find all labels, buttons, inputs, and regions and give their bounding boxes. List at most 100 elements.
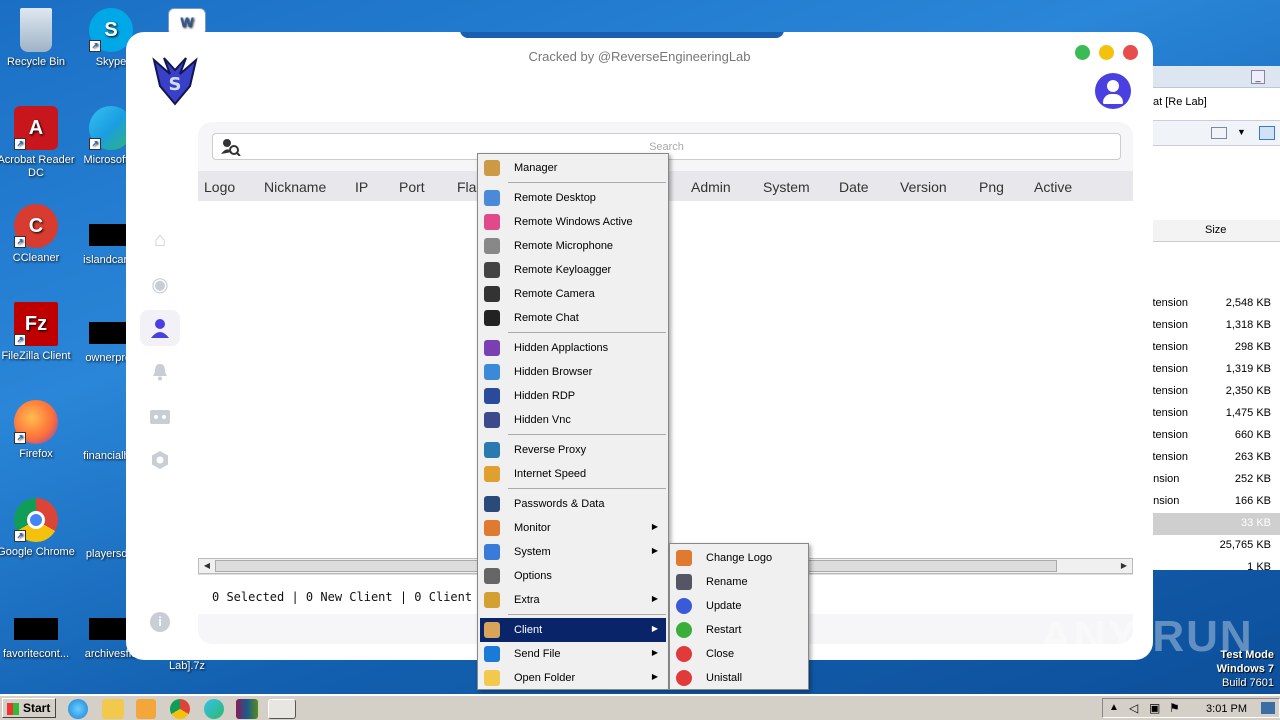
desktop-icon-favoritecont[interactable]: favoritecont... (0, 608, 75, 661)
explorer-column-header[interactable]: Size (1147, 220, 1280, 242)
menu-item-remote-microphone[interactable]: Remote Microphone (480, 234, 666, 258)
explorer-file-row[interactable]: xtension 2,350 KB (1147, 381, 1280, 403)
column-active[interactable]: Active (1034, 179, 1072, 195)
volume-icon[interactable]: ◁ (1129, 701, 1138, 715)
desktop-icon-label: Recycle Bin (6, 56, 66, 68)
explorer-file-row[interactable]: xtension 1,319 KB (1147, 359, 1280, 381)
explorer-file-row[interactable]: xtension 1,318 KB (1147, 315, 1280, 337)
menu-item-send-file[interactable]: Send File ▶ (480, 642, 666, 666)
submenu-arrow-icon: ▶ (651, 594, 658, 603)
desktop-icon-ccleaner[interactable]: C ↗ CCleaner (0, 204, 75, 265)
explorer-file-row[interactable]: ension 252 KB (1147, 469, 1280, 491)
explorer-file-row[interactable]: xtension 298 KB (1147, 337, 1280, 359)
menu-item-system[interactable]: System ▶ (480, 540, 666, 564)
rat-app-taskbar-icon[interactable] (268, 699, 296, 719)
menu-item-hidden-rdp[interactable]: Hidden RDP (480, 384, 666, 408)
explorer-file-row[interactable]: xtension 263 KB (1147, 447, 1280, 469)
column-png[interactable]: Png (979, 179, 1004, 195)
menu-item-extra[interactable]: Extra ▶ (480, 588, 666, 612)
submenu-item-unistall[interactable]: Unistall (672, 666, 806, 690)
preview-pane-icon[interactable] (1259, 126, 1275, 140)
settings-icon[interactable] (140, 442, 180, 478)
clock[interactable]: 3:01 PM (1206, 703, 1247, 715)
column-logo[interactable]: Logo (204, 179, 235, 195)
submenu-item-close[interactable]: Close (672, 642, 806, 666)
submenu-item-change-logo[interactable]: Change Logo (672, 546, 806, 570)
explorer-file-row[interactable]: ension 166 KB (1147, 491, 1280, 513)
column-date[interactable]: Date (839, 179, 869, 195)
desktop-icon-chrome[interactable]: ↗ Google Chrome (0, 498, 75, 559)
edge-taskbar-icon[interactable] (204, 699, 224, 719)
submenu-item-restart[interactable]: Restart (672, 618, 806, 642)
winrar-icon[interactable] (236, 699, 258, 719)
explorer-file-row[interactable]: xtension 660 KB (1147, 425, 1280, 447)
home-icon[interactable]: ⌂ (140, 222, 180, 258)
explorer-file-row[interactable]: 1 KB (1147, 557, 1280, 570)
submenu-item-rename[interactable]: Rename (672, 570, 806, 594)
desktop-icon-acrobat[interactable]: A ↗ Acrobat Reader DC (0, 106, 75, 180)
file-size-label: 263 KB (1234, 451, 1271, 463)
explorer-address-bar[interactable]: at [Re Lab] (1153, 96, 1207, 108)
column-admin[interactable]: Admin (691, 179, 731, 195)
chrome-taskbar-icon[interactable] (170, 699, 190, 719)
menu-item-hidden-browser[interactable]: Hidden Browser (480, 360, 666, 384)
maximize-button[interactable] (1075, 45, 1090, 60)
network-icon[interactable]: ▣ (1149, 701, 1160, 715)
explorer-file-row[interactable]: xtension 1,475 KB (1147, 403, 1280, 425)
desktop-icon-filezilla[interactable]: Fz ↗ FileZilla Client (0, 302, 75, 363)
scroll-left-icon[interactable]: ◀ (200, 560, 214, 572)
submenu-item-update[interactable]: Update (672, 594, 806, 618)
ie-icon[interactable] (68, 699, 88, 719)
tray-up-arrow-icon[interactable]: ▲ (1109, 702, 1119, 713)
view-options-icon[interactable] (1211, 127, 1227, 139)
menu-item-remote-camera[interactable]: Remote Camera (480, 282, 666, 306)
column-system[interactable]: System (763, 179, 810, 195)
menu-item-remote-keyloagger[interactable]: Remote Keyloagger (480, 258, 666, 282)
change-logo-icon (676, 550, 692, 566)
user-icon[interactable] (140, 310, 180, 346)
robot-icon[interactable] (140, 398, 180, 434)
flag-icon[interactable]: ⚑ (1169, 701, 1180, 715)
column-ip[interactable]: IP (355, 179, 368, 195)
menu-item-passwords-data[interactable]: Passwords & Data (480, 492, 666, 516)
menu-item-reverse-proxy[interactable]: Reverse Proxy (480, 438, 666, 462)
explorer-file-row[interactable]: xtension 2,548 KB (1147, 293, 1280, 315)
menu-item-remote-chat[interactable]: Remote Chat (480, 306, 666, 330)
media-player-icon[interactable] (136, 699, 156, 719)
menu-item-hidden-applactions[interactable]: Hidden Applactions (480, 336, 666, 360)
monitor-icon (484, 520, 500, 536)
column-version[interactable]: Version (900, 179, 947, 195)
user-avatar-icon[interactable] (1095, 73, 1131, 109)
menu-item-remote-desktop[interactable]: Remote Desktop (480, 186, 666, 210)
menu-item-options[interactable]: Options (480, 564, 666, 588)
explorer-file-row[interactable]: 25,765 KB (1147, 535, 1280, 557)
explorer-file-row[interactable]: 33 KB (1147, 513, 1280, 535)
column-nickname[interactable]: Nickname (264, 179, 326, 195)
explorer-icon[interactable] (102, 699, 124, 719)
menu-item-label: Manager (514, 162, 558, 174)
menu-item-open-folder[interactable]: Open Folder ▶ (480, 666, 666, 690)
menu-item-label: Remote Camera (514, 288, 595, 300)
start-button[interactable]: Start (2, 698, 56, 718)
bell-icon[interactable] (140, 354, 180, 390)
close-button[interactable] (1123, 45, 1138, 60)
info-icon[interactable]: i (150, 612, 170, 632)
desktop-icon-archive-7z[interactable]: Lab].7z (148, 660, 226, 673)
desktop-icon-firefox[interactable]: ↗ Firefox (0, 400, 75, 461)
minimize-icon[interactable]: _ (1251, 70, 1265, 84)
chevron-down-icon[interactable]: ▼ (1237, 127, 1246, 137)
scroll-right-icon[interactable]: ▶ (1117, 560, 1131, 572)
desktop-icon-recycle-bin[interactable]: Recycle Bin (0, 8, 75, 69)
menu-item-monitor[interactable]: Monitor ▶ (480, 516, 666, 540)
menu-item-internet-speed[interactable]: Internet Speed (480, 462, 666, 486)
column-port[interactable]: Port (399, 179, 425, 195)
eye-icon[interactable]: ◉ (140, 266, 180, 302)
menu-item-remote-windows-active[interactable]: Remote Windows Active (480, 210, 666, 234)
menu-item-hidden-vnc[interactable]: Hidden Vnc (480, 408, 666, 432)
menu-item-client[interactable]: Client ▶ (480, 618, 666, 642)
minimize-button[interactable] (1099, 45, 1114, 60)
menu-item-manager[interactable]: Manager (480, 156, 666, 180)
svg-text:S: S (169, 74, 182, 95)
show-desktop-icon[interactable] (1261, 702, 1275, 714)
extra-icon (484, 592, 500, 608)
